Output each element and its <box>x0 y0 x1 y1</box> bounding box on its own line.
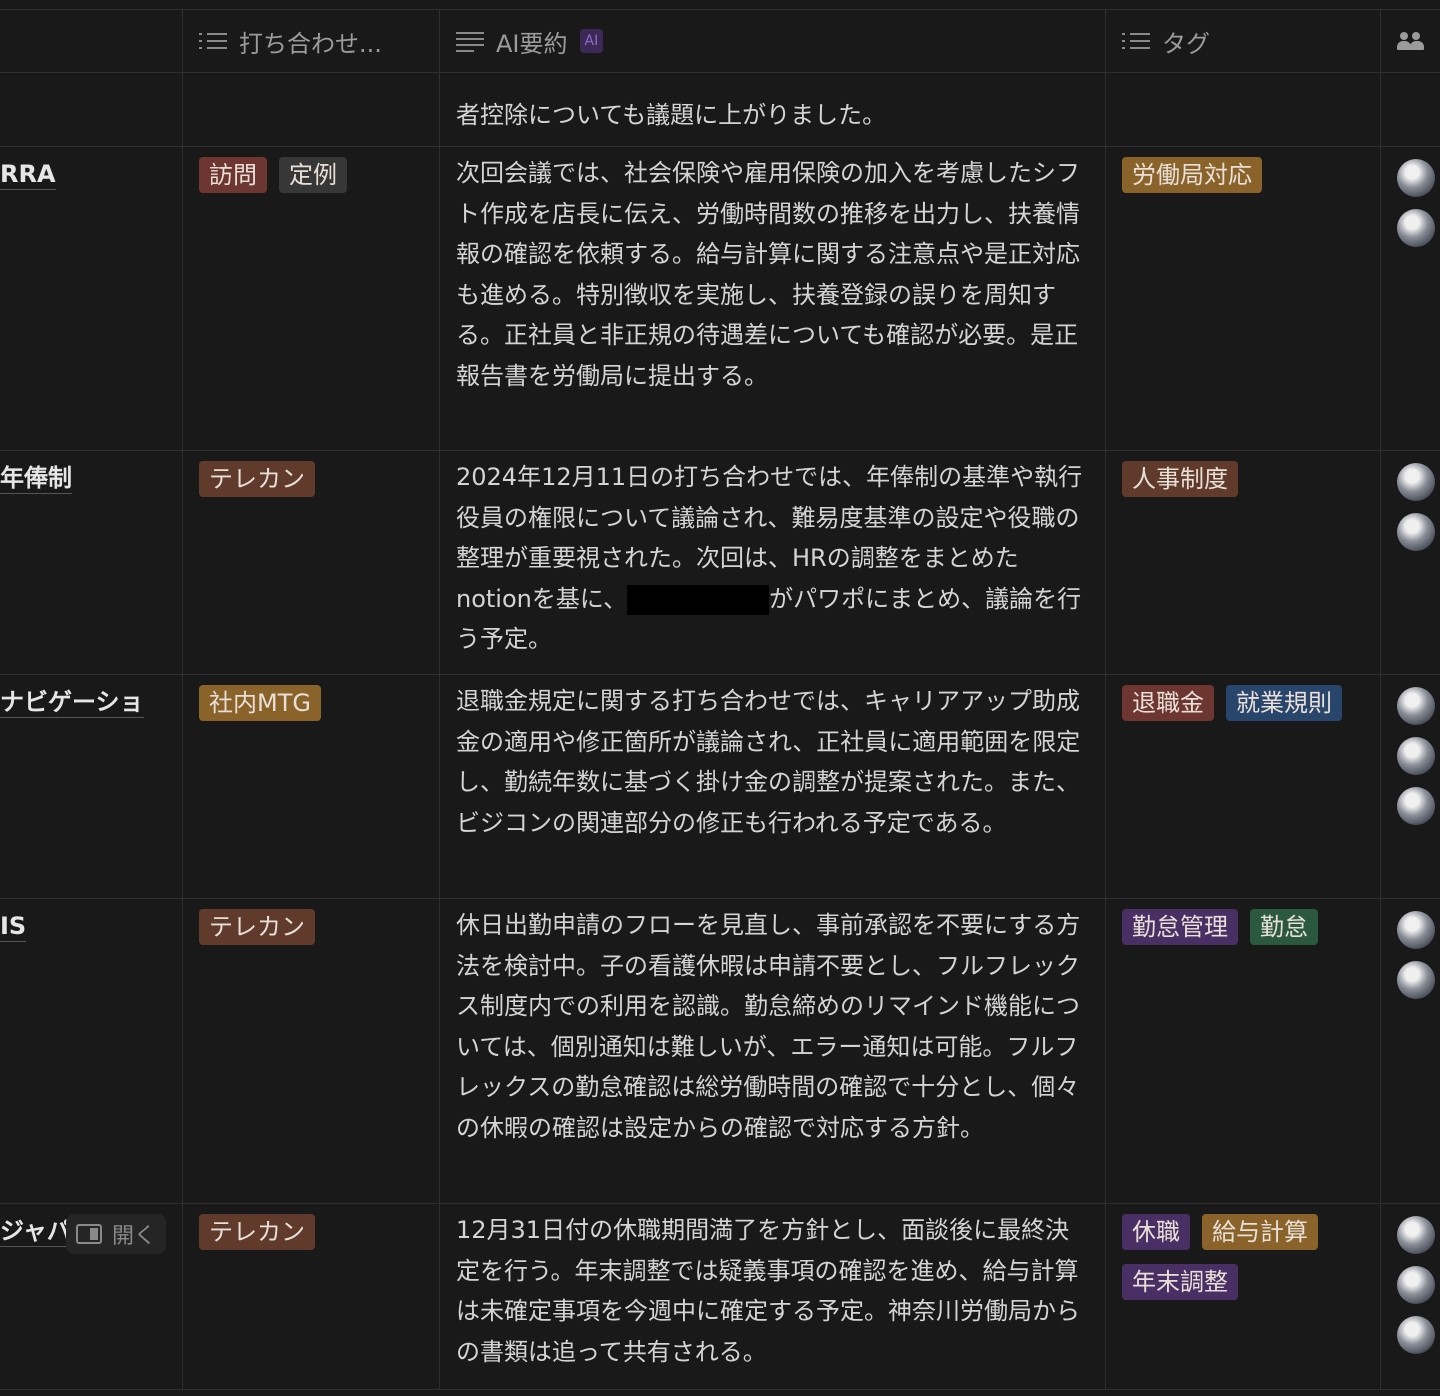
tag: 勤怠 <box>1250 909 1318 945</box>
table-row[interactable]: 年俸制 テレカン 2024年12月11日の打ち合わせでは、年俸制の基準や執行役員の権… <box>0 451 1440 675</box>
avatar[interactable] <box>1397 787 1435 825</box>
header-people[interactable] <box>1381 10 1440 72</box>
open-page-button[interactable]: 開く <box>66 1214 167 1254</box>
header-title-column[interactable] <box>0 10 183 72</box>
tag: 退職金 <box>1122 685 1214 721</box>
ai-badge: AI <box>579 29 604 53</box>
avatar[interactable] <box>1397 159 1435 197</box>
tag: 人事制度 <box>1122 461 1238 497</box>
people-icon <box>1397 30 1425 52</box>
avatar[interactable] <box>1397 1216 1435 1254</box>
row-title[interactable]: ジャパ <box>0 1216 71 1247</box>
table-row[interactable]: IS テレカン 休日出勤申請のフローを見直し、事前承認を不要にする方法を検討中。子の… <box>0 899 1440 1204</box>
table-header: 打ち合わせ... AI要約 AI タグ <box>0 10 1440 73</box>
header-meeting-type[interactable]: 打ち合わせ... <box>183 10 440 72</box>
text-property-icon <box>456 31 484 52</box>
table-row[interactable]: RRA 訪問 定例 次回会議では、社会保険や雇用保険の加入を考慮したシフト作成を店長に… <box>0 147 1440 451</box>
open-label: 開く <box>112 1224 157 1249</box>
row-title[interactable]: IS <box>0 911 27 942</box>
avatar[interactable] <box>1397 463 1435 501</box>
side-peek-icon <box>76 1224 102 1244</box>
table-row[interactable]: ジャパ 開く テレカン 12月31日付の休職期間満了を方針とし、面談後に最終決定を行う… <box>0 1204 1440 1390</box>
avatar[interactable] <box>1397 737 1435 775</box>
header-label: タグ <box>1162 29 1210 58</box>
avatar[interactable] <box>1397 961 1435 999</box>
avatar[interactable] <box>1397 209 1435 247</box>
row-title[interactable]: RRA <box>0 159 56 190</box>
table-row[interactable]: ナビゲーショ 社内MTG 退職金規定に関する打ち合わせでは、キャリアアップ助成金の適… <box>0 675 1440 899</box>
ai-summary-text: 休日出勤申請のフローを見直し、事前承認を不要にする方法を検討中。子の看護休暇は申… <box>456 911 1081 1142</box>
avatar[interactable] <box>1397 687 1435 725</box>
meeting-type-tag: テレカン <box>199 461 315 497</box>
header-tags[interactable]: タグ <box>1106 10 1381 72</box>
avatar[interactable] <box>1397 513 1435 551</box>
tag: 給与計算 <box>1202 1214 1318 1250</box>
meeting-type-tag: テレカン <box>199 909 315 945</box>
row-title[interactable]: 年俸制 <box>0 463 72 494</box>
avatar[interactable] <box>1397 1316 1435 1354</box>
tag: 休職 <box>1122 1214 1190 1250</box>
avatar[interactable] <box>1397 1266 1435 1304</box>
avatar[interactable] <box>1397 911 1435 949</box>
redacted-name <box>627 584 770 615</box>
header-label: 打ち合わせ... <box>239 29 382 58</box>
multi-select-icon <box>1122 31 1150 51</box>
tag: 年末調整 <box>1122 1264 1238 1300</box>
ai-summary-text: 退職金規定に関する打ち合わせでは、キャリアアップ助成金の適用や修正箇所が議論され… <box>456 687 1081 837</box>
tag: 就業規則 <box>1226 685 1342 721</box>
ai-summary-text: 次回会議では、社会保険や雇用保険の加入を考慮したシフト作成を店長に伝え、労働時間… <box>456 159 1080 390</box>
tag: 勤怠管理 <box>1122 909 1238 945</box>
multi-select-icon <box>199 31 227 51</box>
row-title[interactable]: ナビゲーショ <box>0 687 144 718</box>
table-row[interactable]: 者控除についても議題に上がりました。 <box>0 73 1440 147</box>
tag: 労働局対応 <box>1122 157 1262 193</box>
header-label: AI要約 <box>496 29 568 58</box>
database-table: 打ち合わせ... AI要約 AI タグ 者控除についても議題に上がりました。 R… <box>0 10 1440 1390</box>
meeting-type-tag: テレカン <box>199 1214 315 1250</box>
header-ai-summary[interactable]: AI要約 AI <box>440 10 1106 72</box>
ai-summary-text: 者控除についても議題に上がりました。 <box>456 101 887 129</box>
meeting-type-tag: 訪問 <box>199 157 267 193</box>
ai-summary-text: 2024年12月11日の打ち合わせでは、年俸制の基準や執行役員の権限について議論… <box>456 463 1083 653</box>
meeting-type-tag: 社内MTG <box>199 685 321 721</box>
ai-summary-text: 12月31日付の休職期間満了を方針とし、面談後に最終決定を行う。年末調整では疑義… <box>456 1216 1080 1366</box>
meeting-type-tag: 定例 <box>279 157 347 193</box>
